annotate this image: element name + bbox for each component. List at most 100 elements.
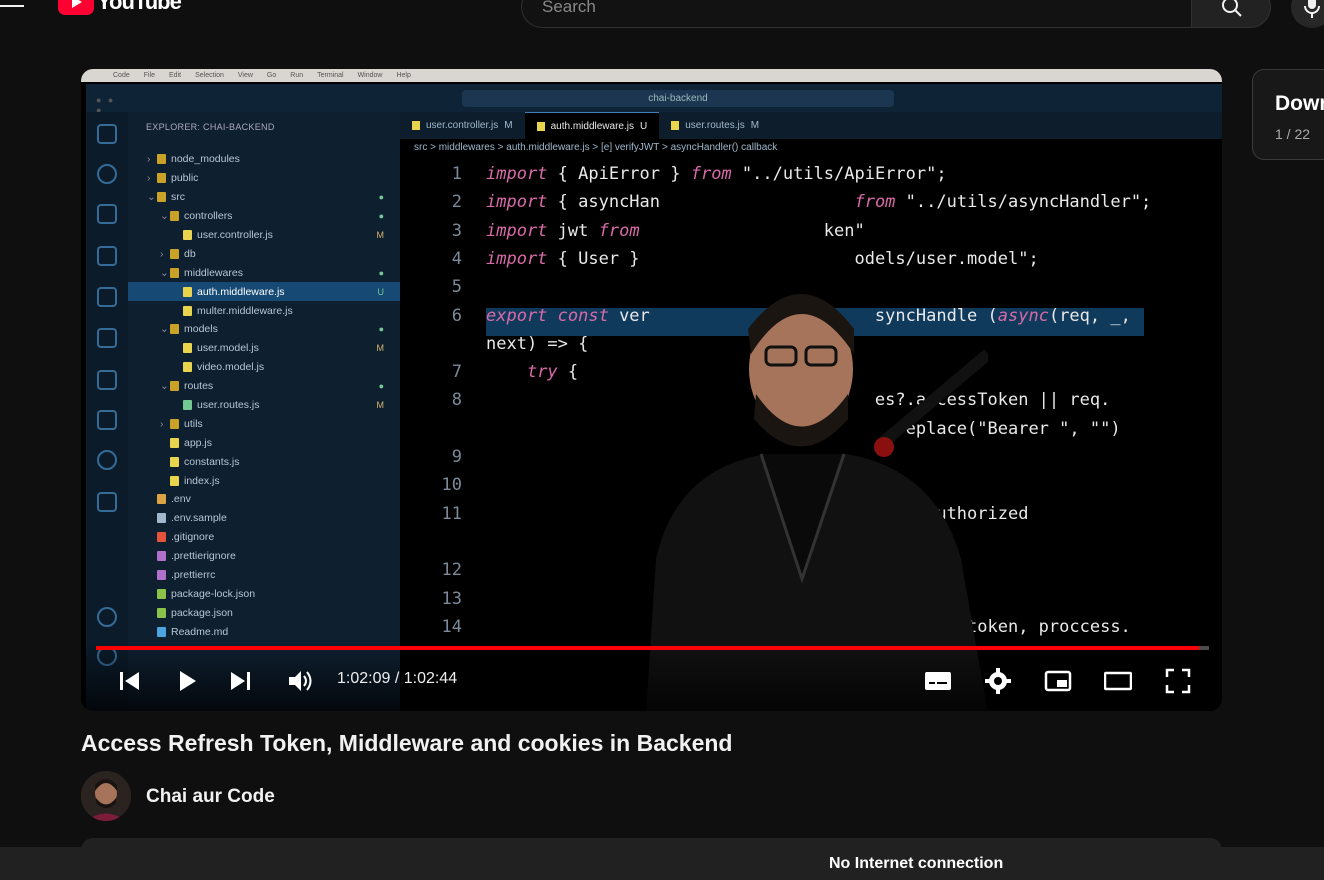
search-button[interactable]: [1191, 0, 1271, 28]
subtitles-icon[interactable]: [924, 667, 952, 695]
chevron-icon: ⌄: [147, 191, 156, 204]
comments-icon: [97, 492, 117, 512]
file-tree-label: package.json: [171, 606, 233, 619]
folder-icon: [157, 173, 166, 184]
extensions-icon: [97, 287, 117, 307]
file-tree-label: app.js: [184, 436, 213, 449]
git-status-mark: ●: [378, 211, 384, 222]
masthead: YouTube: [0, 0, 1324, 40]
file-tree-label: Readme.md: [171, 625, 229, 638]
editor-tab-label: user.controller.js: [426, 120, 499, 131]
channel-avatar[interactable]: [81, 771, 131, 821]
file-icon: [157, 551, 166, 562]
channel-name[interactable]: Chai aur Code: [146, 786, 275, 808]
youtube-logo[interactable]: YouTube: [58, 0, 182, 15]
file-tree-label: db: [184, 247, 196, 260]
playlist-counter: 1 / 22: [1275, 126, 1311, 142]
line-number: 12: [441, 560, 462, 581]
file-tree-item: index.js: [128, 471, 400, 490]
account-icon: [97, 607, 117, 627]
file-tree-item: ⌄ models ●: [128, 320, 400, 339]
file-icon: [183, 400, 192, 411]
search-input[interactable]: [522, 0, 1192, 27]
vscode-command-center: chai-backend: [462, 90, 894, 107]
folder-icon: [170, 324, 179, 335]
playlist-panel[interactable]: Down 1 / 22: [1252, 69, 1324, 160]
line-number: 4: [451, 248, 462, 269]
file-icon: [157, 494, 166, 505]
editor-tab: auth.middleware.js U: [524, 112, 660, 139]
next-icon[interactable]: [227, 667, 255, 695]
editor-tab-mark: M: [504, 120, 513, 131]
mac-menu-item: Selection: [195, 72, 224, 79]
file-tree-label: package-lock.json: [171, 587, 256, 600]
vscode-activity-bar: [86, 112, 128, 711]
volume-icon[interactable]: [286, 667, 314, 695]
file-tree-label: controllers: [184, 210, 233, 223]
editor-breadcrumb: src > middlewares > auth.middleware.js >…: [414, 142, 778, 153]
search-box: [521, 0, 1192, 28]
fullscreen-icon[interactable]: [1164, 667, 1192, 695]
play-icon[interactable]: [172, 667, 200, 695]
video-player[interactable]: Code File Edit Selection View Go Run Terminal Wi…: [81, 69, 1222, 711]
miniplayer-icon[interactable]: [1044, 667, 1072, 695]
git-status-mark: M: [376, 230, 385, 240]
file-tree-label: user.controller.js: [197, 229, 273, 241]
line-number: 7: [451, 362, 462, 383]
window-dots-icon: ● ● ●: [96, 95, 116, 115]
folder-icon: [170, 381, 179, 392]
file-tree-label: routes: [184, 380, 214, 393]
file-tree-item: › public: [128, 169, 400, 188]
mongodb-icon: [97, 410, 117, 430]
mac-menu-item: Help: [396, 72, 411, 79]
line-number: 11: [441, 503, 462, 524]
previous-icon[interactable]: [115, 667, 143, 695]
chevron-icon: ⌄: [160, 323, 169, 336]
git-status-mark: U: [377, 286, 385, 297]
code-line: 3 import jwt from ken": [400, 217, 1222, 245]
file-tree-item: ⌄ middlewares ●: [128, 263, 400, 282]
line-number: 9: [451, 447, 462, 467]
file-icon: [170, 456, 179, 467]
file-icon: [170, 475, 179, 486]
mic-icon: [1304, 0, 1320, 18]
editor-tab: user.routes.js M: [659, 112, 771, 139]
menu-icon[interactable]: [0, 0, 26, 16]
file-icon: [183, 343, 192, 354]
code-line: 1 import { ApiError } from "../utils/ApiE…: [400, 160, 1222, 188]
chevron-icon: ⌄: [160, 210, 169, 223]
logo-text: YouTube: [97, 0, 182, 14]
progress-bar[interactable]: [96, 646, 1209, 650]
editor-tabs: user.controller.js Mauth.middleware.js Uus…: [400, 112, 1222, 139]
youtube-play-icon: [58, 0, 94, 15]
theater-mode-icon[interactable]: [1104, 667, 1132, 695]
folder-icon: [170, 211, 179, 222]
vscode-explorer: EXPLORER: CHAI-BACKEND › node_modules › pub…: [128, 112, 400, 711]
file-tree-item: user.routes.js M: [128, 396, 400, 415]
file-icon: [170, 437, 179, 448]
line-number: 6: [451, 305, 462, 326]
file-tree-label: multer.middleware.js: [197, 304, 293, 317]
line-number: 13: [441, 588, 462, 609]
progress-fill: [96, 646, 1199, 650]
folder-icon: [170, 248, 179, 259]
chevron-icon: ⌄: [160, 380, 169, 393]
mac-menu-item: Terminal: [317, 72, 344, 79]
voice-search-button[interactable]: [1291, 0, 1324, 28]
mac-menu-item: Window: [357, 72, 383, 79]
source-control-icon: [97, 204, 117, 224]
git-status-mark: ●: [378, 381, 384, 392]
video-title: Access Refresh Token, Middleware and coo…: [81, 730, 733, 756]
line-number: 3: [451, 220, 462, 241]
editor-tab-label: auth.middleware.js: [550, 120, 634, 132]
docker-icon: [97, 370, 117, 390]
editor-tab-label: user.routes.js: [685, 120, 745, 131]
code-text: import { asyncHan from "../utils/asyncHa…: [486, 192, 1152, 213]
file-tree-label: video.model.js: [197, 361, 265, 374]
file-tree-label: auth.middleware.js: [197, 285, 285, 298]
file-tree-item: video.model.js: [128, 358, 400, 377]
run-debug-icon: [97, 246, 117, 266]
settings-icon[interactable]: [984, 667, 1012, 695]
js-file-icon: [412, 121, 420, 130]
remote-explorer-icon: [97, 328, 117, 348]
